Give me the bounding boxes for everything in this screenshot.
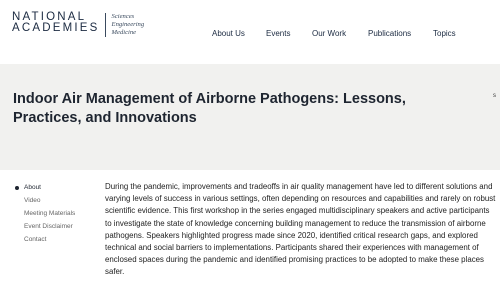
sidebar-item-about[interactable]: About: [12, 181, 100, 194]
sidebar-item-label: Meeting Materials: [24, 210, 76, 217]
sidebar-item-label: Contact: [24, 236, 47, 243]
main-nav: About Us Events Our Work Publications To…: [0, 29, 500, 43]
logo-sub-sciences: Sciences: [111, 13, 135, 20]
nav-about-us[interactable]: About Us: [212, 29, 245, 38]
sidebar-item-event-disclaimer[interactable]: Event Disclaimer: [12, 220, 100, 233]
sidebar-item-meeting-materials[interactable]: Meeting Materials: [12, 207, 100, 220]
sidebar-item-label: Video: [24, 197, 41, 204]
page-hero: Indoor Air Management of Airborne Pathog…: [0, 64, 500, 170]
logo-sub-engineering: Engineering: [111, 21, 145, 28]
site-header: NATIONAL ACADEMIES Sciences Engineering …: [0, 0, 500, 64]
nav-topics[interactable]: Topics: [433, 29, 456, 38]
nav-events[interactable]: Events: [266, 29, 290, 38]
event-description: During the pandemic, improvements and tr…: [105, 182, 496, 277]
active-dot-icon: [15, 186, 19, 190]
sidebar-item-label: About: [24, 184, 41, 191]
nav-our-work[interactable]: Our Work: [312, 29, 346, 38]
sidebar-item-video[interactable]: Video: [12, 194, 100, 207]
sidebar-item-label: Event Disclaimer: [24, 223, 73, 230]
nav-publications[interactable]: Publications: [368, 29, 411, 38]
sidebar-item-contact[interactable]: Contact: [12, 233, 100, 246]
section-sidebar: About Video Meeting Materials Event Disc…: [12, 181, 100, 246]
hero-edge-text: s: [493, 93, 496, 99]
page-title: Indoor Air Management of Airborne Pathog…: [13, 91, 406, 126]
